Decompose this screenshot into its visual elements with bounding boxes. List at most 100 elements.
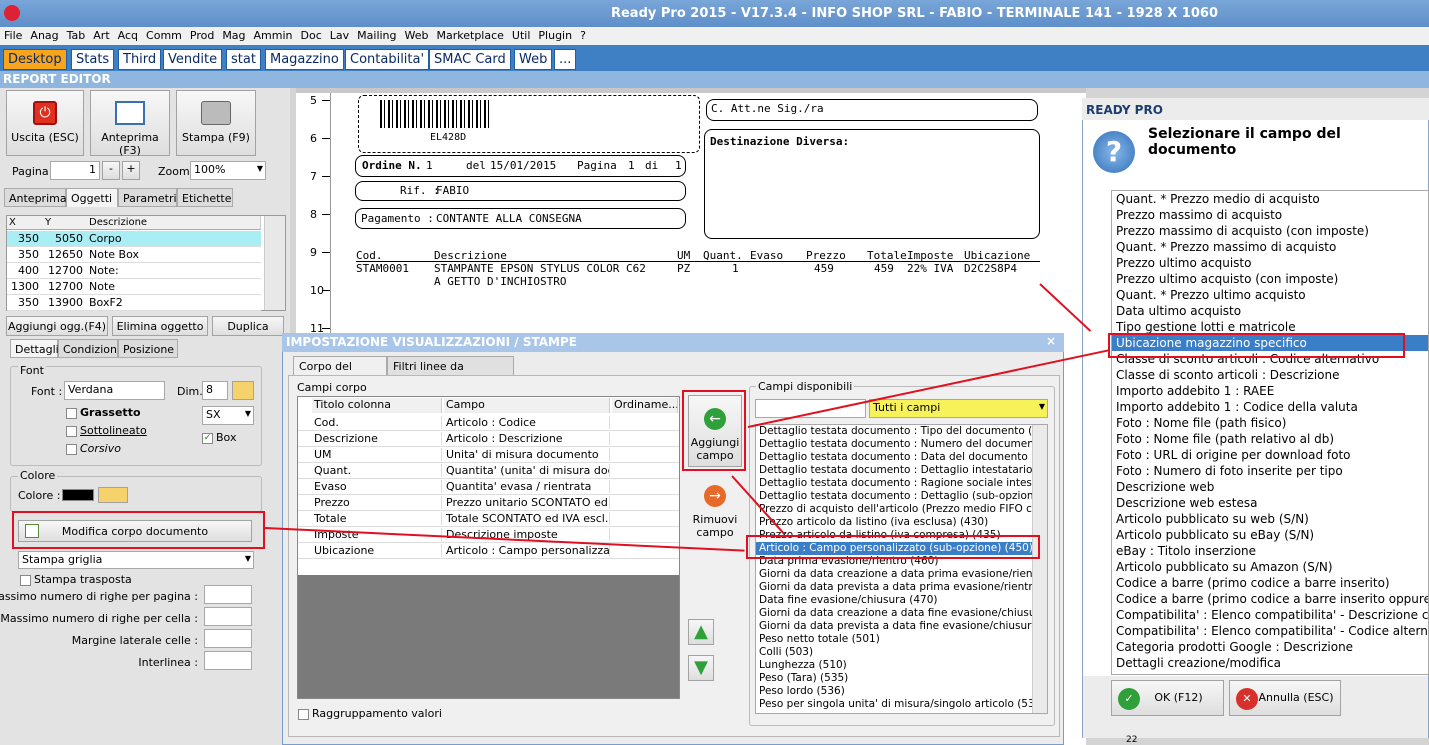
list-item[interactable]: Dettaglio testata documento : Numero del… <box>756 438 1047 451</box>
box-checkbox[interactable]: ✓ Box <box>202 431 236 444</box>
list-item[interactable]: Colli (503) <box>756 646 1047 659</box>
list-item[interactable]: Quant. * Prezzo ultimo acquisto <box>1112 287 1428 303</box>
tab-10[interactable]: ... <box>554 49 577 70</box>
list-item[interactable]: Importo addebito 1 : Codice della valuta <box>1112 399 1428 415</box>
dim-input[interactable]: 8 <box>202 381 228 400</box>
color-swatch[interactable] <box>62 489 94 501</box>
list-item[interactable]: Data fine evasione/chiusura (470) <box>756 594 1047 607</box>
menu-item-web[interactable]: Web <box>401 27 433 42</box>
menu-item-marketplace[interactable]: Marketplace <box>433 27 508 42</box>
menu-item-[interactable]: ? <box>576 27 590 42</box>
font-input[interactable]: Verdana <box>64 381 165 400</box>
bold-checkbox[interactable]: Grassetto <box>66 406 141 419</box>
list-item[interactable]: Categoria prodotti Google : Descrizione <box>1112 639 1428 655</box>
list-item[interactable]: Quant. * Prezzo medio di acquisto <box>1112 191 1428 207</box>
tab-4[interactable]: Vendite <box>163 49 223 70</box>
list-item[interactable]: Giorni da data creazione a data prima ev… <box>756 568 1047 581</box>
table-row[interactable]: Descrizione Articolo : Descrizione <box>298 431 679 447</box>
menu-item-anag[interactable]: Anag <box>26 27 62 42</box>
list-item[interactable]: Dettaglio testata documento : Dettaglio … <box>756 464 1047 477</box>
list-item[interactable]: Lunghezza (510) <box>756 659 1047 672</box>
dialog-tab-2[interactable]: Filtri linee da visualizzare <box>387 356 514 386</box>
tab-8[interactable]: SMAC Card <box>429 49 511 70</box>
underline-checkbox[interactable]: Sottolineato <box>66 424 147 437</box>
menu-item-mag[interactable]: Mag <box>218 27 249 42</box>
list-item[interactable]: Peso netto totale (501) <box>756 633 1047 646</box>
delete-object-button[interactable]: Elimina oggetto <box>112 316 208 336</box>
list-item[interactable]: Descrizione web estesa <box>1112 495 1428 511</box>
table-row[interactable]: Imposte Descrizione imposte <box>298 527 679 543</box>
table-row[interactable]: 400 12700 Note: <box>7 263 261 279</box>
available-scrollbar[interactable] <box>1032 425 1047 713</box>
table-row[interactable]: Quant.Quantita' (unita' di misura docu..… <box>298 463 679 479</box>
list-item[interactable]: Peso (Tara) (535) <box>756 672 1047 685</box>
list-item[interactable]: Prezzo articolo da listino (iva esclusa)… <box>756 516 1047 529</box>
available-search-input[interactable] <box>755 399 866 418</box>
print-grid-select[interactable]: Stampa griglia ▼ <box>18 551 254 569</box>
align-select[interactable]: SX ▼ <box>202 406 254 425</box>
color-picker-icon[interactable] <box>98 487 128 503</box>
menu-item-ammin[interactable]: Ammin <box>250 27 297 42</box>
detail-tab-1[interactable]: Dettagli <box>10 339 59 358</box>
list-item[interactable]: eBay : Titolo inserzione <box>1112 543 1428 559</box>
subtab-4[interactable]: Etichette <box>177 188 233 207</box>
cancel-button[interactable]: ✕ Annulla (ESC) <box>1229 680 1341 716</box>
list-item[interactable]: Importo addebito 1 : RAEE <box>1112 383 1428 399</box>
table-row[interactable]: Cod. Articolo : Codice <box>298 415 679 431</box>
list-item[interactable]: Prezzo ultimo acquisto <box>1112 255 1428 271</box>
menu-item-tab[interactable]: Tab <box>63 27 90 42</box>
list-item[interactable]: Codice a barre (primo codice a barre ins… <box>1112 591 1428 607</box>
menu-item-lav[interactable]: Lav <box>326 27 353 42</box>
print-button[interactable]: Stampa (F9) <box>176 90 256 156</box>
list-item[interactable]: Giorni da data prevista a data prima eva… <box>756 581 1047 594</box>
list-item[interactable]: Giorni da data creazione a data fine eva… <box>756 607 1047 620</box>
transposed-checkbox[interactable]: Stampa trasposta <box>20 573 132 586</box>
move-down-button[interactable]: ▼ <box>688 655 714 681</box>
menu-item-comm[interactable]: Comm <box>142 27 186 42</box>
list-item[interactable]: Dettaglio testata documento : Dettaglio … <box>756 490 1047 503</box>
page-next-button[interactable]: + <box>122 161 140 180</box>
list-item[interactable]: Quant. * Prezzo massimo di acquisto <box>1112 239 1428 255</box>
list-item[interactable]: Prezzo massimo di acquisto <box>1112 207 1428 223</box>
tab-6[interactable]: Magazzino <box>265 49 344 70</box>
param-input-3[interactable] <box>204 629 252 648</box>
dialog-tab-1[interactable]: Corpo del report <box>293 356 387 386</box>
list-item[interactable]: Articolo pubblicato su web (S/N) <box>1112 511 1428 527</box>
move-up-button[interactable]: ▲ <box>688 619 714 645</box>
list-item[interactable]: Foto : Nome file (path relativo al db) <box>1112 431 1428 447</box>
ok-button[interactable]: ✓ OK (F12) <box>1111 680 1224 716</box>
list-item[interactable]: Articolo pubblicato su Amazon (S/N) <box>1112 559 1428 575</box>
menu-item-file[interactable]: File <box>0 27 26 42</box>
page-prev-button[interactable]: - <box>102 161 120 180</box>
table-row[interactable]: 350 5050 Corpo <box>7 231 261 247</box>
preview-button[interactable]: Anteprima (F3) <box>90 90 170 157</box>
list-item[interactable]: Data ultimo acquisto <box>1112 303 1428 319</box>
table-row[interactable]: 1300 12700 Note <box>7 279 261 295</box>
zoom-select[interactable]: 100% ▼ <box>190 161 266 180</box>
menu-item-acq[interactable]: Acq <box>114 27 142 42</box>
param-input-1[interactable] <box>204 585 252 604</box>
list-item[interactable]: Codice a barre (primo codice a barre ins… <box>1112 575 1428 591</box>
list-item[interactable]: Compatibilita' : Elenco compatibilita' -… <box>1112 607 1428 623</box>
available-filter-select[interactable]: Tutti i campi ▼ <box>869 399 1048 418</box>
detail-tab-3[interactable]: Posizione <box>118 339 178 358</box>
list-item[interactable]: Prezzo ultimo acquisto (con imposte) <box>1112 271 1428 287</box>
menu-item-plugin[interactable]: Plugin <box>534 27 576 42</box>
list-item[interactable]: Peso lordo (536) <box>756 685 1047 698</box>
list-item[interactable]: Dettagli creazione/modifica <box>1112 655 1428 671</box>
list-item[interactable]: Prezzo massimo di acquisto (con imposte) <box>1112 223 1428 239</box>
list-item[interactable]: Articolo pubblicato su eBay (S/N) <box>1112 527 1428 543</box>
list-item[interactable]: Dettaglio testata documento : Ragione so… <box>756 477 1047 490</box>
table-row[interactable]: 350 12650 Note Box <box>7 247 261 263</box>
menu-item-art[interactable]: Art <box>89 27 113 42</box>
table-row[interactable]: UM Unita' di misura documento <box>298 447 679 463</box>
list-item[interactable]: Dettaglio testata documento : Data del d… <box>756 451 1047 464</box>
group-values-checkbox[interactable]: Raggruppamento valori <box>298 707 442 720</box>
table-row[interactable]: Evaso Quantita' evasa / rientrata <box>298 479 679 495</box>
grid-scrollbar[interactable] <box>264 216 285 310</box>
subtab-1[interactable]: Anteprima <box>4 188 67 207</box>
param-input-2[interactable] <box>204 607 252 626</box>
menu-item-util[interactable]: Util <box>508 27 534 42</box>
page-input[interactable]: 1 <box>50 161 100 180</box>
list-item[interactable]: Foto : Numero di foto inserite per tipo <box>1112 463 1428 479</box>
